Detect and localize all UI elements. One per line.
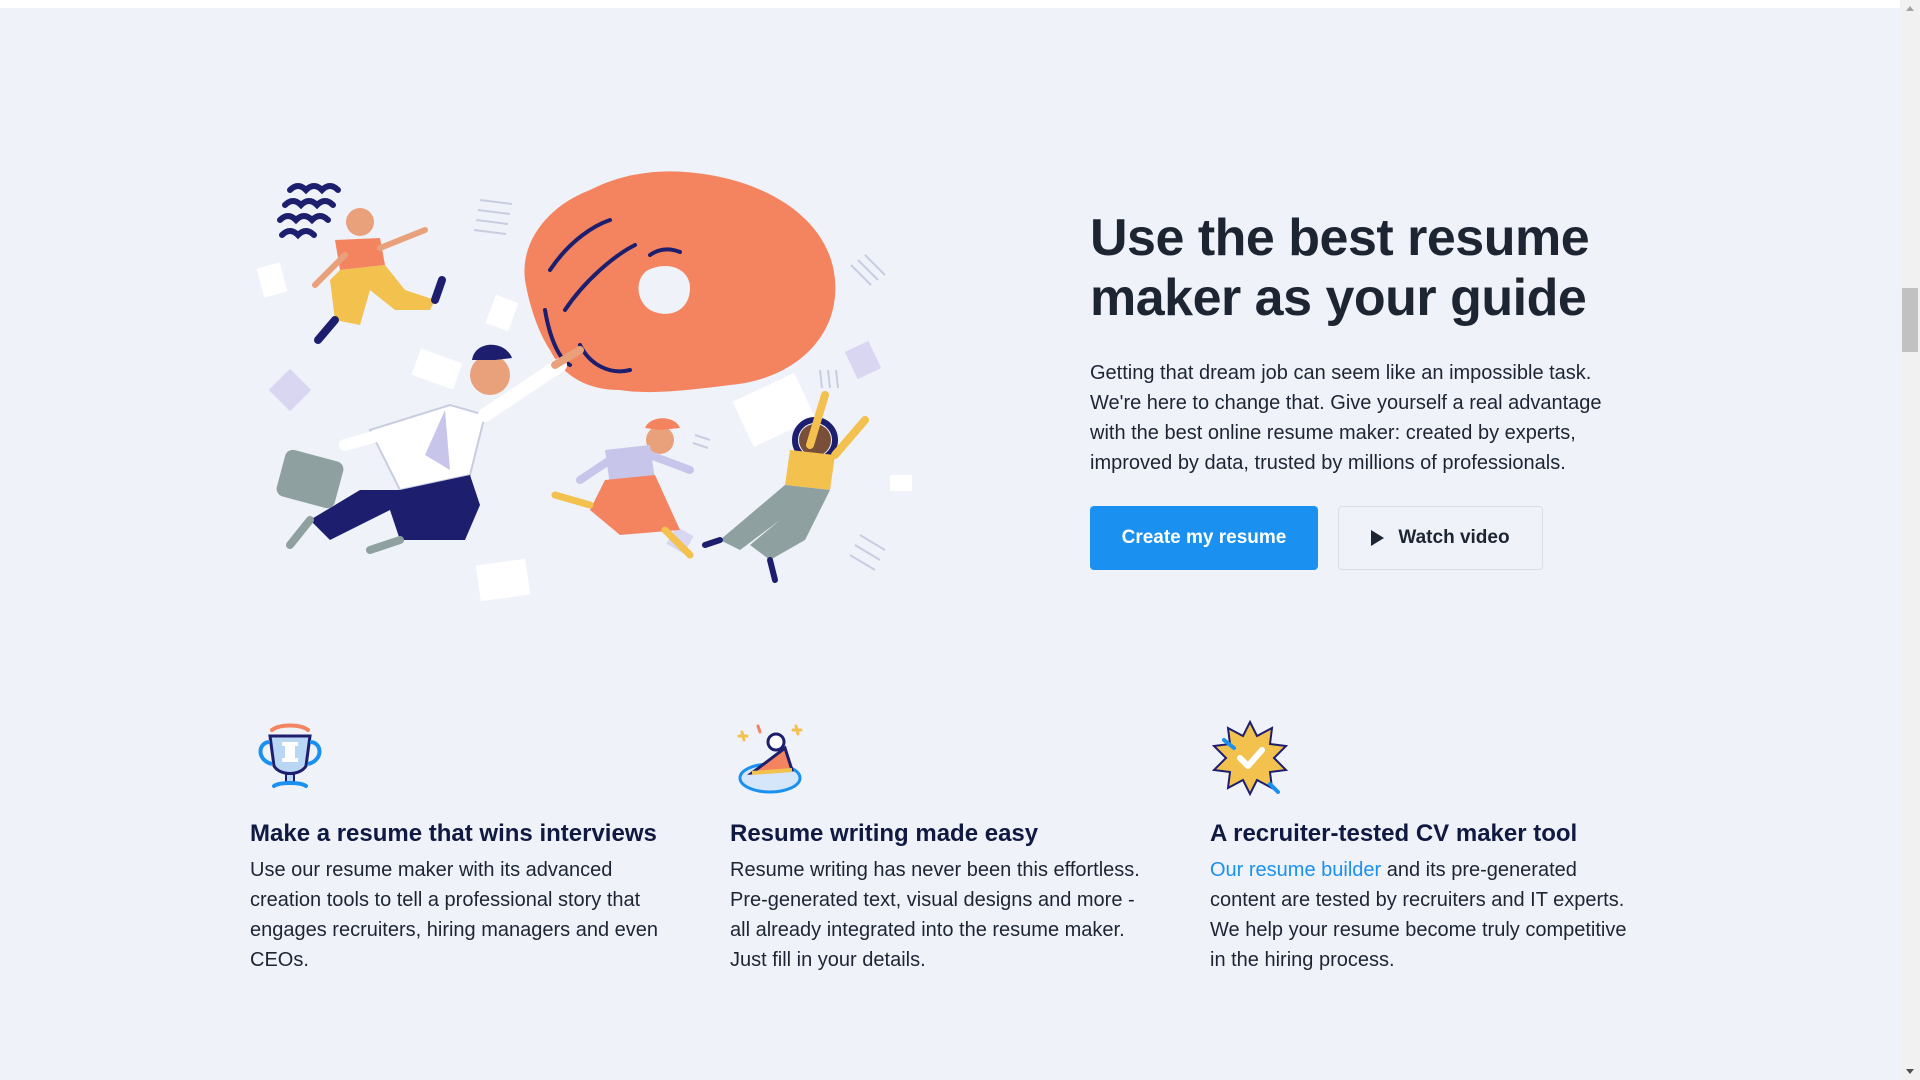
feature-title: Make a resume that wins interviews bbox=[250, 820, 657, 847]
cake-slice-icon bbox=[737, 724, 803, 794]
feature-description: Our resume builder and its pre-generated… bbox=[1210, 855, 1640, 975]
watch-video-button[interactable]: Watch video bbox=[1338, 506, 1543, 570]
feature-item: Make a resume that wins interviews Use o… bbox=[250, 718, 680, 975]
checkmark-badge-icon bbox=[1211, 719, 1289, 797]
feature-title: A recruiter-tested CV maker tool bbox=[1210, 820, 1578, 847]
trophy-icon bbox=[258, 723, 322, 788]
play-icon bbox=[1371, 530, 1385, 546]
feature-item: A recruiter-tested CV maker tool Our res… bbox=[1210, 718, 1640, 975]
hero-title: Use the best resume maker as your guide bbox=[1090, 209, 1590, 327]
people-reaching-for-giant-hand-illustration bbox=[256, 171, 912, 602]
create-my-resume-label: Create my resume bbox=[1121, 527, 1287, 548]
features-row: Make a resume that wins interviews Use o… bbox=[250, 718, 1640, 975]
page-section: Use the best resume maker as your guide … bbox=[0, 8, 1900, 1080]
watch-video-label: Watch video bbox=[1398, 527, 1510, 548]
hero-actions: Create my resume Watch video bbox=[1090, 506, 1650, 570]
resume-builder-link[interactable]: Our resume builder bbox=[1210, 859, 1381, 881]
create-my-resume-button[interactable]: Create my resume bbox=[1090, 506, 1318, 570]
scroll-down-arrow-icon[interactable] bbox=[1900, 1063, 1920, 1080]
hero-description: Getting that dream job can seem like an … bbox=[1090, 362, 1602, 474]
hero-content: Use the best resume maker as your guide … bbox=[1090, 208, 1650, 570]
scrollbar-thumb[interactable] bbox=[1902, 288, 1918, 352]
scrollbar[interactable] bbox=[1900, 0, 1920, 1080]
feature-title: Resume writing made easy bbox=[730, 820, 1039, 847]
feature-description: Use our resume maker with its advanced c… bbox=[250, 859, 659, 971]
feature-item: Resume writing made easy Resume writing … bbox=[730, 718, 1160, 975]
feature-description: Resume writing has never been this effor… bbox=[730, 859, 1140, 971]
scroll-up-arrow-icon[interactable] bbox=[1900, 0, 1920, 17]
